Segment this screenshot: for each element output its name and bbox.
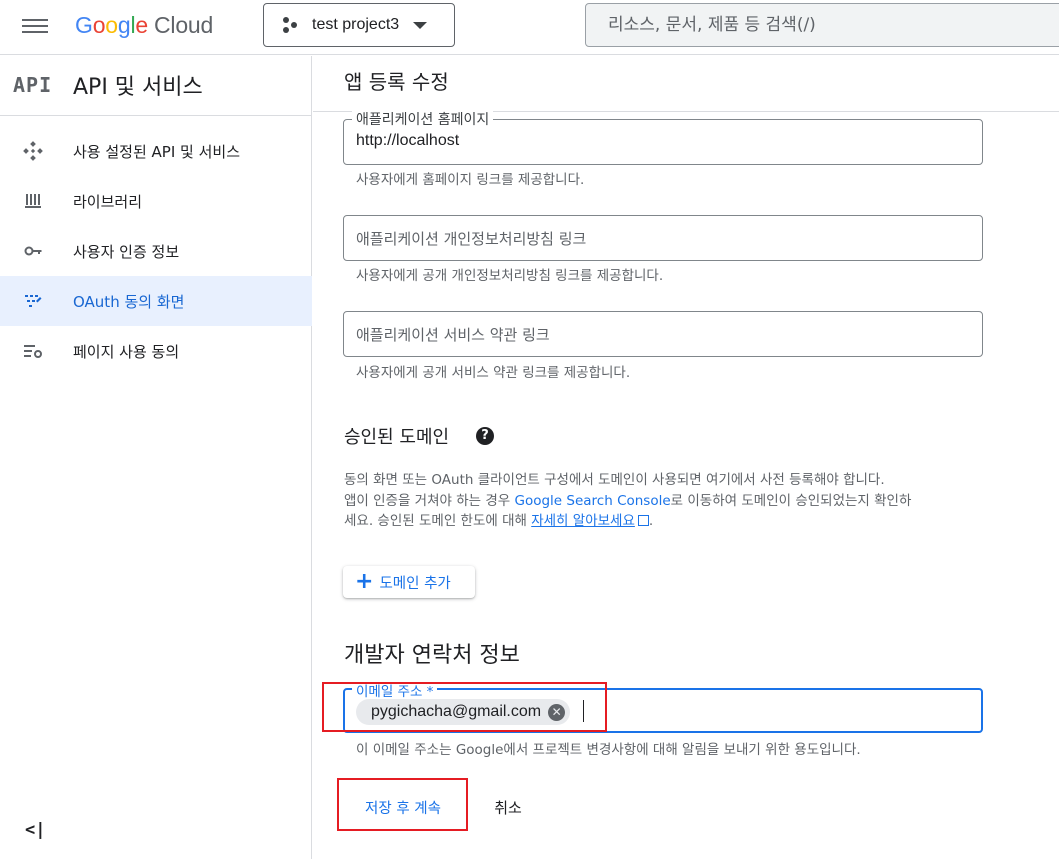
terms-of-service-placeholder: 애플리케이션 서비스 약관 링크: [356, 326, 550, 344]
description-line: 앱이 인증을 거쳐야 하는 경우 Google Search Console로 …: [344, 491, 994, 512]
sidebar-item-label: 사용자 인증 정보: [73, 242, 180, 261]
terms-of-service-hint: 사용자에게 공개 서비스 약관 링크를 제공합니다.: [356, 365, 631, 381]
consent-icon: [23, 291, 43, 311]
sidebar-header: API API 및 서비스: [0, 56, 312, 116]
sidebar-item-library[interactable]: 라이브러리: [0, 176, 312, 226]
menu-icon[interactable]: [22, 15, 48, 37]
project-name: test project3: [312, 16, 400, 33]
top-bar: Google Cloud test project3: [0, 0, 1059, 55]
email-hint: 이 이메일 주소는 Google에서 프로젝트 변경사항에 대해 알림을 보내기…: [356, 742, 861, 758]
homepage-field-label: 애플리케이션 홈페이지: [352, 109, 494, 129]
page-title: 앱 등록 수정: [344, 70, 449, 94]
project-picker-button[interactable]: test project3: [263, 3, 455, 47]
sidebar-item-label: OAuth 동의 화면: [73, 292, 185, 311]
add-domain-button[interactable]: + 도메인 추가: [343, 566, 475, 598]
terms-of-service-field[interactable]: 애플리케이션 서비스 약관 링크: [343, 311, 983, 357]
authorized-domains-description: 동의 화면 또는 OAuth 클라이언트 구성에서 도메인이 사용되면 여기에서…: [344, 470, 994, 532]
homepage-field-value: http://localhost: [356, 132, 460, 149]
dropdown-arrow-icon: [413, 21, 428, 29]
external-link-icon: [637, 515, 649, 526]
text: 로 이동하여 도메인이 승인되었는지 확인하: [670, 492, 912, 509]
sidebar-item-label: 라이브러리: [73, 192, 143, 211]
collapse-sidebar-icon[interactable]: <|: [25, 820, 45, 840]
privacy-policy-field[interactable]: 애플리케이션 개인정보처리방침 링크: [343, 215, 983, 261]
highlight-box: [337, 778, 468, 831]
api-badge-icon: API: [13, 73, 53, 97]
learn-more-link[interactable]: 자세히 알아보세요: [531, 513, 635, 529]
description-line: 동의 화면 또는 OAuth 클라이언트 구성에서 도메인이 사용되면 여기에서…: [344, 472, 885, 488]
sidebar-item-credentials[interactable]: 사용자 인증 정보: [0, 226, 312, 276]
sidebar-title: API 및 서비스: [73, 75, 203, 100]
text: 앱이 인증을 거쳐야 하는 경우: [344, 492, 515, 509]
help-icon[interactable]: ?: [476, 427, 494, 445]
highlight-box: [322, 682, 607, 732]
privacy-policy-hint: 사용자에게 공개 개인정보처리방침 링크를 제공합니다.: [356, 268, 664, 284]
settings-list-icon: [23, 341, 43, 361]
google-search-console-link[interactable]: Google Search Console: [515, 493, 671, 509]
sidebar-item-page-usage-agreement[interactable]: 페이지 사용 동의: [0, 326, 312, 376]
library-icon: [23, 191, 43, 211]
cancel-button[interactable]: 취소: [478, 787, 538, 827]
search-input[interactable]: [585, 3, 1059, 47]
homepage-hint: 사용자에게 홈페이지 링크를 제공합니다.: [356, 172, 585, 188]
developer-contact-heading: 개발자 연락처 정보: [344, 643, 520, 668]
api-diamond-icon: [23, 141, 43, 161]
sidebar-item-enabled-apis[interactable]: 사용 설정된 API 및 서비스: [0, 126, 312, 176]
key-icon: [23, 241, 43, 261]
homepage-field[interactable]: 애플리케이션 홈페이지 http://localhost: [343, 109, 983, 165]
text: .: [648, 513, 654, 529]
sidebar-item-oauth-consent[interactable]: OAuth 동의 화면: [0, 276, 312, 326]
sidebar-item-label: 페이지 사용 동의: [73, 342, 180, 361]
privacy-policy-placeholder: 애플리케이션 개인정보처리방침 링크: [356, 230, 587, 248]
sidebar: API API 및 서비스 사용 설정된 API 및 서비스 라이브러리 사용자…: [0, 56, 312, 859]
authorized-domains-heading: 승인된 도메인: [344, 427, 450, 448]
add-domain-label: 도메인 추가: [379, 575, 451, 592]
logo-cloud-text: Cloud: [154, 12, 214, 38]
project-icon: [283, 17, 297, 33]
text: 세요. 승인된 도메인 한도에 대해: [344, 513, 532, 529]
plus-icon: +: [355, 569, 374, 594]
description-line: 세요. 승인된 도메인 한도에 대해 자세히 알아보세요.: [344, 511, 994, 532]
google-cloud-logo[interactable]: Google Cloud: [75, 10, 213, 40]
sidebar-item-label: 사용 설정된 API 및 서비스: [73, 142, 241, 161]
logo-letter: g: [117, 12, 131, 38]
logo-letter: o: [105, 12, 118, 38]
logo-letter: G: [75, 12, 93, 38]
logo-letter: o: [92, 12, 106, 38]
logo-letter: e: [135, 12, 148, 38]
